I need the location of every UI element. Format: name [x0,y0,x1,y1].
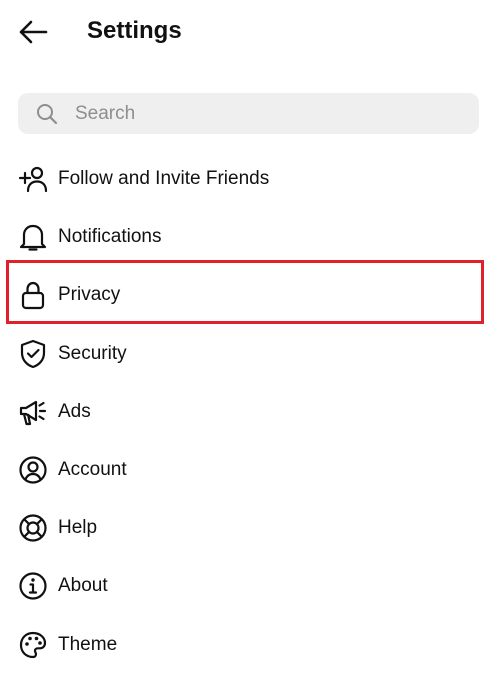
menu-item-label: Ads [58,400,91,422]
menu-item-label: Notifications [58,226,162,248]
menu-item-label: Follow and Invite Friends [58,168,270,190]
menu-item-privacy[interactable]: Privacy [0,266,499,324]
user-circle-icon [18,455,48,485]
menu-item-label: Privacy [58,284,121,306]
shield-check-icon [18,339,48,369]
lock-icon [18,280,48,310]
megaphone-icon [18,397,48,427]
bell-icon [18,222,48,252]
menu-item-label: Account [58,459,127,481]
settings-menu: Follow and Invite Friends Notifications … [0,150,499,674]
info-icon [18,571,48,601]
add-person-icon [18,164,48,194]
menu-item-label: Help [58,517,98,539]
back-button[interactable] [10,12,56,52]
lifebuoy-icon [18,513,48,543]
menu-item-label: Security [58,342,127,364]
header: Settings [0,0,499,62]
menu-item-theme[interactable]: Theme [0,616,499,674]
search-input[interactable] [75,102,435,125]
menu-item-ads[interactable]: Ads [0,383,499,441]
menu-item-label: Theme [58,633,118,655]
menu-item-about[interactable]: About [0,557,499,615]
menu-item-notifications[interactable]: Notifications [0,208,499,266]
search-icon [36,103,58,125]
menu-item-security[interactable]: Security [0,325,499,383]
menu-item-follow-invite-friends[interactable]: Follow and Invite Friends [0,150,499,208]
arrow-left-icon [18,20,48,44]
menu-item-account[interactable]: Account [0,441,499,499]
palette-icon [18,630,48,660]
menu-item-help[interactable]: Help [0,499,499,557]
page-title: Settings [87,17,182,44]
search-bar[interactable] [18,93,479,134]
menu-item-label: About [58,575,108,597]
